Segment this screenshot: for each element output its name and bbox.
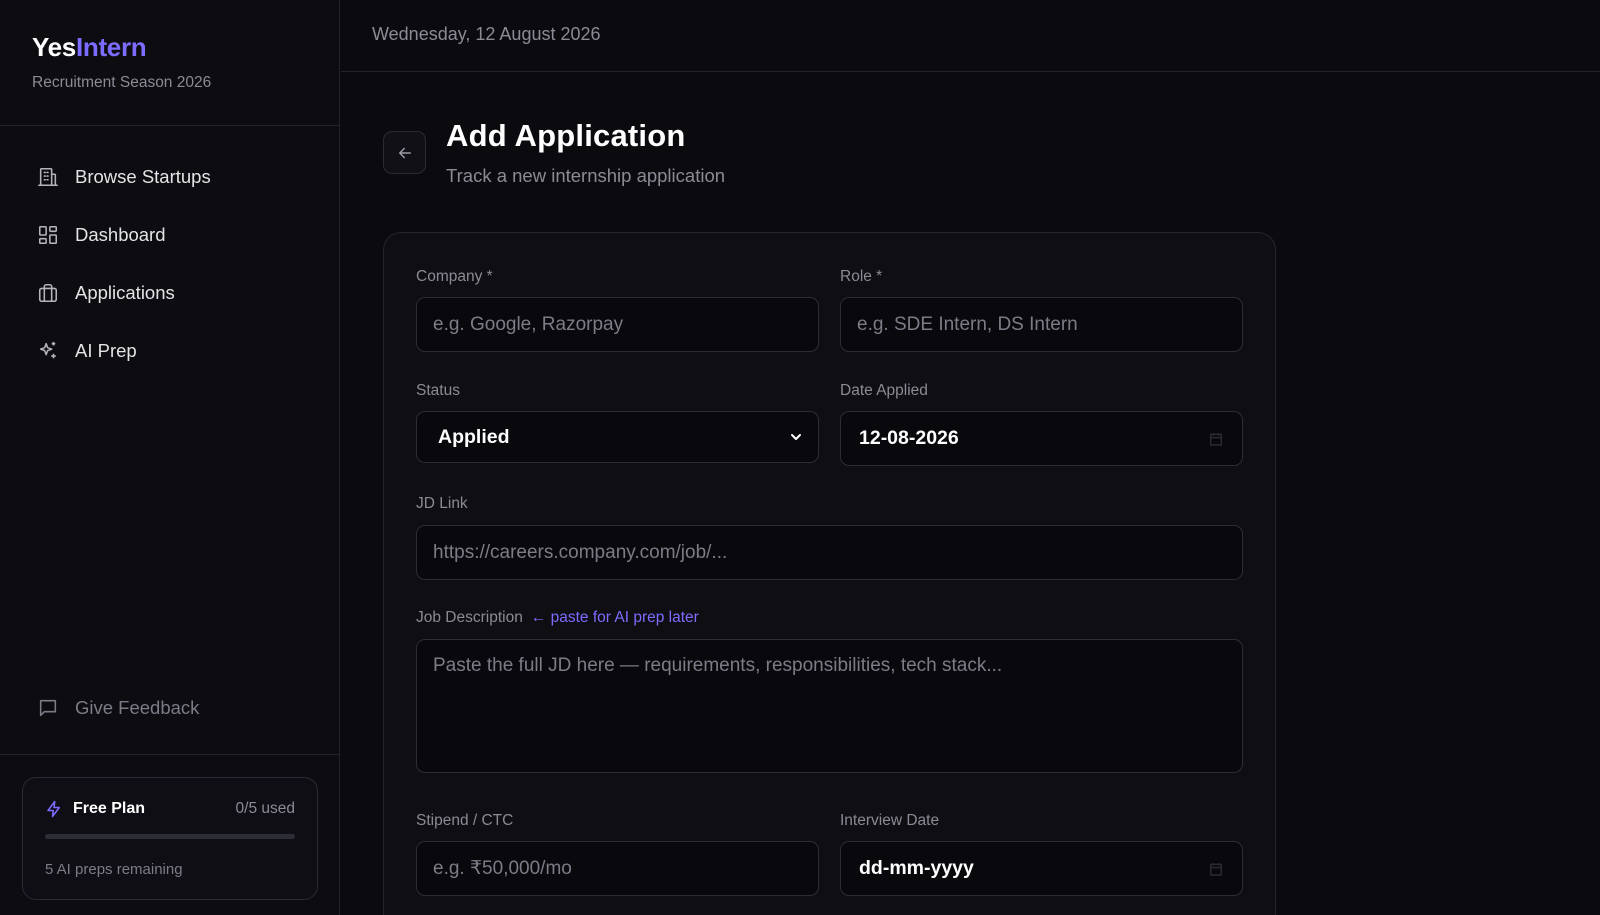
give-feedback-label: Give Feedback (75, 697, 200, 718)
brand: YesIntern Recruitment Season 2026 (0, 0, 339, 126)
date-applied-label: Date Applied (840, 382, 928, 399)
plan-card: Free Plan 0/5 used 5 AI preps remaining (22, 777, 318, 900)
back-button[interactable] (383, 131, 426, 174)
plan-progress-bar (45, 834, 295, 839)
sidebar-nav: Browse Startups Dashboard Applications A… (0, 126, 339, 380)
current-date: Wednesday, 12 August 2026 (372, 24, 601, 44)
sidebar-item-browse-startups[interactable]: Browse Startups (0, 148, 339, 206)
brand-name-part2: Intern (75, 32, 147, 62)
brand-logo[interactable]: YesIntern (32, 32, 339, 63)
interview-date-value: dd-mm-yyyy (859, 857, 974, 879)
job-description-label: Job Description (416, 609, 523, 626)
sidebar-item-ai-prep[interactable]: AI Prep (0, 322, 339, 380)
sidebar-item-applications[interactable]: Applications (0, 264, 339, 322)
plan-title: Free Plan (45, 800, 145, 818)
zap-icon (45, 800, 63, 818)
sidebar-item-label: Browse Startups (75, 166, 211, 187)
company-input[interactable] (416, 297, 819, 352)
brand-name-part1: Yes (32, 32, 76, 62)
page-title: Add Application (446, 118, 686, 153)
give-feedback-link[interactable]: Give Feedback (37, 697, 199, 719)
top-bar: Wednesday, 12 August 2026 (341, 0, 1600, 72)
calendar-icon[interactable] (1208, 861, 1224, 877)
plan-header: Free Plan 0/5 used (45, 800, 295, 818)
arrow-left-icon (396, 144, 414, 162)
sidebar-item-label: AI Prep (75, 340, 137, 361)
status-label: Status (416, 382, 460, 399)
sidebar: YesIntern Recruitment Season 2026 Browse… (0, 0, 340, 915)
sparkles-icon (37, 340, 59, 362)
calendar-icon[interactable] (1208, 431, 1224, 447)
chevron-down-icon (788, 429, 804, 445)
interview-date-label: Interview Date (840, 812, 940, 829)
role-input[interactable] (840, 297, 1243, 352)
plan-remaining: 5 AI preps remaining (45, 861, 183, 878)
sidebar-item-label: Dashboard (75, 224, 166, 245)
job-description-textarea[interactable] (416, 639, 1243, 773)
role-label: Role * (840, 268, 883, 285)
plan-usage: 0/5 used (235, 800, 295, 817)
job-description-label-row: Job Description ← paste for AI prep later (416, 609, 699, 627)
interview-date-input[interactable]: dd-mm-yyyy (840, 841, 1243, 896)
date-applied-input[interactable]: 12-08-2026 (840, 411, 1243, 466)
jd-link-input[interactable] (416, 525, 1243, 580)
building-icon (37, 166, 59, 188)
date-applied-value: 12-08-2026 (859, 427, 959, 449)
stipend-input[interactable] (416, 841, 819, 896)
sidebar-divider (0, 754, 340, 755)
grid-icon (37, 224, 59, 246)
page-subtitle: Track a new internship application (446, 165, 726, 186)
sidebar-item-dashboard[interactable]: Dashboard (0, 206, 339, 264)
job-description-hint: ← paste for AI prep later (530, 609, 699, 626)
jd-link-label: JD Link (416, 495, 468, 512)
application-form: Company * Role * Status Applied Date App… (383, 232, 1276, 915)
plan-title-label: Free Plan (73, 800, 146, 817)
status-selected-value: Applied (438, 425, 510, 448)
message-square-icon (37, 697, 59, 719)
brand-subtitle: Recruitment Season 2026 (32, 74, 212, 91)
stipend-label: Stipend / CTC (416, 812, 514, 829)
company-label: Company * (416, 268, 493, 285)
briefcase-icon (37, 282, 59, 304)
status-select[interactable]: Applied (416, 411, 819, 463)
sidebar-item-label: Applications (75, 282, 175, 303)
